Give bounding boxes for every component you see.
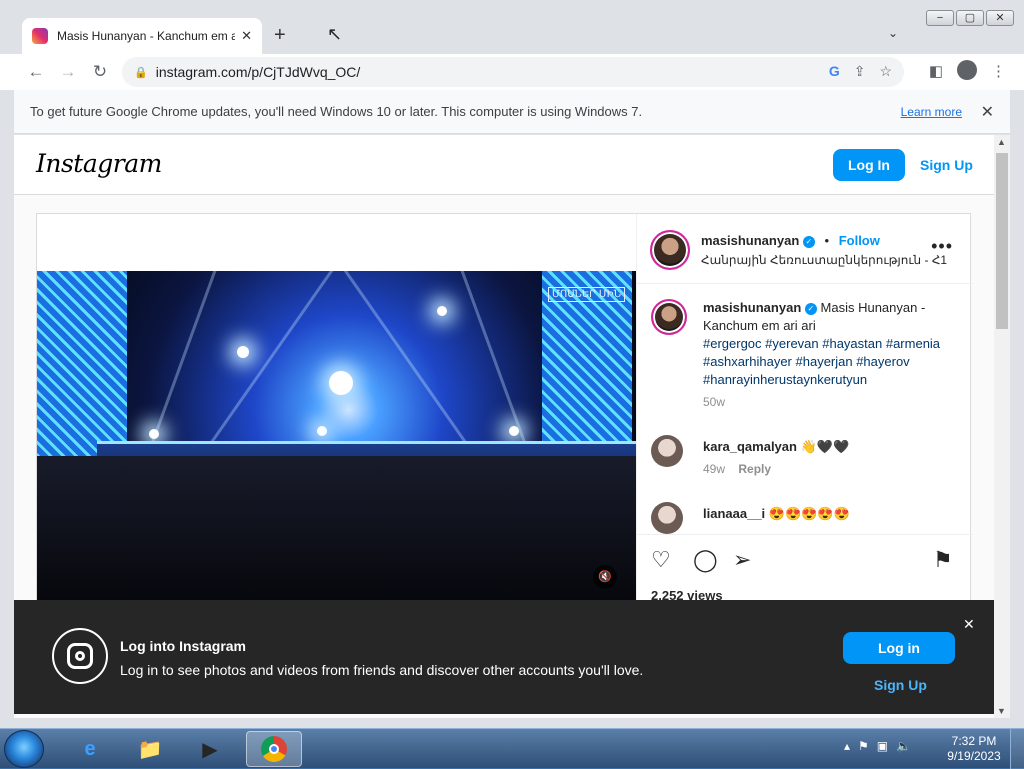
banner-subtitle: Log in to see photos and videos from fri… <box>120 662 644 678</box>
comment-age: 49w <box>703 462 726 476</box>
comment-username[interactable]: lianaaa__i <box>703 506 765 521</box>
more-icon[interactable]: ••• <box>931 236 953 257</box>
menu-icon[interactable]: ⋮ <box>991 62 1006 80</box>
close-icon[interactable]: ✕ <box>963 616 975 633</box>
caption-username[interactable]: masishunanyan <box>703 300 801 315</box>
chrome-window: − ▢ ✕ Masis Hunanyan - Kanchum em a ✕ + … <box>0 0 1024 728</box>
comment-text: 👋🖤🖤 <box>800 439 850 454</box>
comment-text: 😍😍😍😍😍 <box>768 506 850 521</box>
caption-age: 50w <box>703 395 726 409</box>
mute-icon[interactable]: 🔇 <box>593 565 617 589</box>
network-icon[interactable]: ▣ <box>877 739 888 753</box>
stage-spotlight <box>509 426 519 436</box>
caption-hashtags[interactable]: #ergergoc #yerevan #hayastan #armenia #a… <box>703 336 940 387</box>
avatar[interactable] <box>651 502 683 534</box>
action-center-icon[interactable]: ⚑ <box>858 739 869 753</box>
avatar[interactable] <box>651 435 683 467</box>
stage-spotlight <box>149 429 159 439</box>
instagram-favicon <box>32 28 48 44</box>
login-banner: Log into Instagram Log in to see photos … <box>14 600 994 714</box>
new-tab-button[interactable]: + <box>274 24 286 47</box>
mouse-cursor-icon: ↖ <box>327 24 343 44</box>
chrome-logo <box>261 736 287 762</box>
show-desktop-button[interactable] <box>1010 729 1024 769</box>
post-username[interactable]: masishunanyan <box>701 233 799 248</box>
verified-icon: ✓ <box>804 302 817 315</box>
comment-icon[interactable]: ◯ <box>693 547 718 573</box>
tray-expand-icon[interactable]: ▴ <box>844 739 850 753</box>
avatar[interactable] <box>650 230 690 270</box>
forward-icon[interactable]: → <box>52 62 84 82</box>
comment-username[interactable]: kara_qamalyan <box>703 439 797 454</box>
close-icon[interactable]: ✕ <box>241 28 252 44</box>
window-controls: − ▢ ✕ <box>926 10 1014 26</box>
follow-button[interactable]: Follow <box>839 233 880 248</box>
browser-tab[interactable]: Masis Hunanyan - Kanchum em a ✕ <box>22 18 262 54</box>
chrome-icon[interactable] <box>246 731 302 767</box>
audience <box>37 456 636 601</box>
learn-more-link[interactable]: Learn more <box>901 105 962 119</box>
ie-icon[interactable]: e <box>62 731 118 767</box>
tab-search-icon[interactable]: ⌄ <box>888 26 898 40</box>
reload-icon[interactable]: ↻ <box>84 62 116 82</box>
page-scrollbar[interactable]: ▲ ▼ <box>994 135 1010 718</box>
url-text: instagram.com/p/CjTJdWvq_OC/ <box>155 64 361 80</box>
comments-list: masishunanyan ✓ Masis Hunanyan - Kanchum… <box>637 285 973 535</box>
instagram-logo[interactable]: Instagram <box>36 149 162 178</box>
system-tray: ▴ ⚑ ▣ 🔈 <box>844 739 911 753</box>
address-bar[interactable]: 🔒 instagram.com/p/CjTJdWvq_OC/ G ⇪ ☆ <box>122 57 904 87</box>
banner-title: Log into Instagram <box>120 638 246 654</box>
close-icon[interactable]: ✕ <box>981 102 994 122</box>
stage-spotlight <box>437 306 447 316</box>
windows-taskbar: e 📁 ▶ ▴ ⚑ ▣ 🔈 7:32 PM 9/19/2023 <box>0 728 1024 769</box>
channel-watermark: ՄՈՍՆԵՐ ՄԻՆ <box>548 287 625 302</box>
media-player-icon[interactable]: ▶ <box>182 731 238 767</box>
scrollbar-thumb[interactable] <box>996 153 1008 329</box>
volume-icon[interactable]: 🔈 <box>896 739 911 753</box>
verified-icon: ✓ <box>802 235 815 248</box>
maximize-button[interactable]: ▢ <box>956 10 984 26</box>
heart-icon[interactable]: ♡ <box>651 547 671 573</box>
start-button[interactable] <box>4 730 44 768</box>
lock-icon[interactable]: 🔒 <box>134 66 148 79</box>
stage-spotlight <box>329 371 353 395</box>
minimize-button[interactable]: − <box>926 10 954 26</box>
post-header: masishunanyan ✓ • Follow Հանրային Հեռուս… <box>637 214 973 284</box>
infobar-message: To get future Google Chrome updates, you… <box>30 104 643 119</box>
separator-dot: • <box>824 233 830 248</box>
stage-spotlight <box>237 346 249 358</box>
back-icon[interactable]: ← <box>20 62 52 82</box>
avatar[interactable] <box>651 299 687 335</box>
instagram-logo-icon <box>52 628 108 684</box>
video-player[interactable]: ՄՈՍՆԵՐ ՄԻՆ 🔇 <box>37 271 636 601</box>
clock-time: 7:32 PM <box>951 734 997 748</box>
post-location[interactable]: Հանրային Հեռուստաընկերություն - Հ1 <box>701 253 947 267</box>
stage-spotlight <box>317 426 327 436</box>
profile-icon[interactable] <box>957 60 977 80</box>
share-icon[interactable]: ⇪ <box>854 63 866 80</box>
reply-button[interactable]: Reply <box>738 462 771 476</box>
header-login-button[interactable]: Log In <box>833 149 905 181</box>
header-signup-link[interactable]: Sign Up <box>920 157 973 173</box>
instagram-header: Instagram Log In Sign Up <box>14 135 994 195</box>
update-infobar: To get future Google Chrome updates, you… <box>14 90 1010 134</box>
tab-title: Masis Hunanyan - Kanchum em a <box>57 29 236 43</box>
send-icon[interactable]: ➢ <box>733 547 751 573</box>
clock-date: 9/19/2023 <box>947 749 1001 763</box>
folder-icon[interactable]: 📁 <box>122 731 178 767</box>
banner-login-button[interactable]: Log in <box>843 632 955 664</box>
scroll-up-icon[interactable]: ▲ <box>997 137 1006 147</box>
bookmark-icon[interactable]: ⚑ <box>933 547 953 573</box>
star-icon[interactable]: ☆ <box>879 63 892 80</box>
banner-signup-link[interactable]: Sign Up <box>874 677 927 693</box>
post-actions: ♡ ◯ ➢ ⚑ <box>637 534 973 594</box>
google-lens-icon[interactable]: G <box>829 63 840 80</box>
sidepanel-icon[interactable]: ◧ <box>929 62 943 80</box>
scroll-down-icon[interactable]: ▼ <box>997 706 1006 716</box>
close-window-button[interactable]: ✕ <box>986 10 1014 26</box>
clock[interactable]: 7:32 PM 9/19/2023 <box>944 734 1004 764</box>
browser-toolbar: ← → ↻ 🔒 instagram.com/p/CjTJdWvq_OC/ G ⇪… <box>0 54 1024 90</box>
